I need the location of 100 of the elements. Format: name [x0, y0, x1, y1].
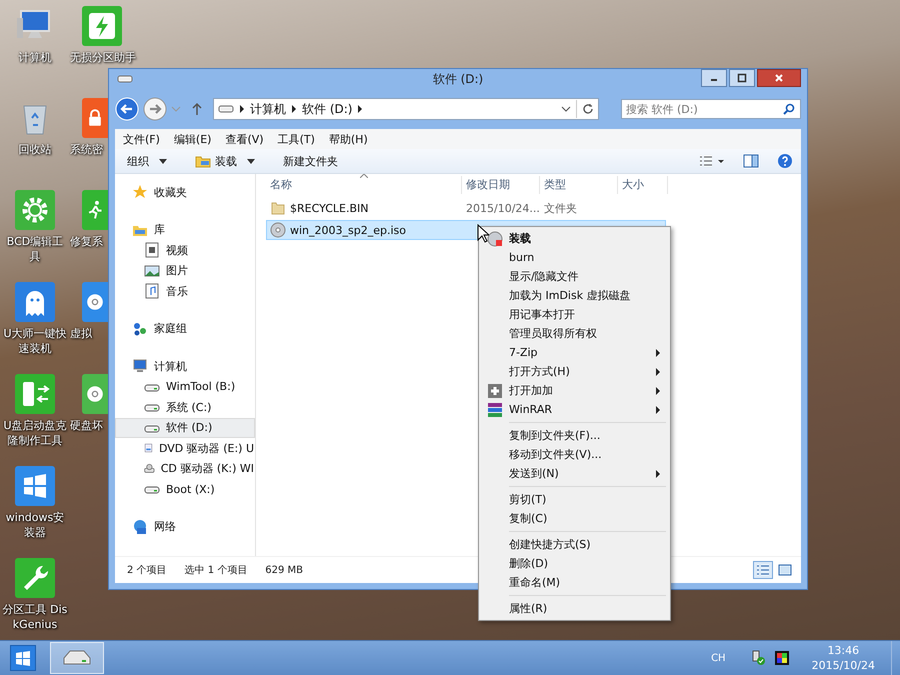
sidebar-item[interactable]: 计算机	[115, 356, 255, 376]
search-icon[interactable]	[783, 103, 795, 115]
desktop-icon-label: 虚拟	[70, 326, 92, 341]
cursor-icon	[477, 224, 489, 243]
sort-caret-icon	[360, 174, 368, 178]
file-row[interactable]: $RECYCLE.BIN 2015/10/24... 文件夹	[266, 198, 666, 218]
menu-item[interactable]: 复制到文件夹(F)...	[481, 426, 668, 445]
help-icon[interactable]	[777, 153, 793, 169]
submenu-arrow-icon	[656, 406, 660, 414]
submenu-arrow-icon	[656, 470, 660, 478]
sidebar-item[interactable]: 图片	[115, 260, 255, 281]
sidebar-item[interactable]: 库	[115, 220, 255, 240]
sidebar-item[interactable]: 软件 (D:)	[115, 418, 255, 438]
breadcrumb-item[interactable]: 计算机	[250, 100, 286, 118]
menu-item[interactable]: 发送到(N)	[481, 464, 668, 483]
start-button[interactable]	[10, 645, 36, 671]
menu-item[interactable]: WinRAR	[481, 400, 668, 419]
books-icon	[488, 402, 502, 418]
usb-device-icon[interactable]	[750, 650, 766, 666]
menu-item[interactable]: 重命名(M)	[481, 573, 668, 592]
music-icon	[144, 283, 160, 300]
up-arrow-icon[interactable]	[191, 102, 203, 116]
breadcrumb-item[interactable]: 软件 (D:)	[302, 100, 352, 118]
search-field[interactable]: 搜索 软件 (D:)	[621, 99, 801, 119]
breadcrumb-arrow-icon[interactable]	[291, 105, 297, 113]
column-header[interactable]: 类型	[540, 176, 618, 194]
chevron-down-icon[interactable]	[561, 106, 571, 112]
menu-item[interactable]: 7-Zip	[481, 343, 668, 362]
toolbar-button[interactable]: 组织	[119, 152, 175, 170]
menu-item[interactable]: 查看(V)	[225, 132, 264, 146]
column-header[interactable]: 名称	[266, 176, 462, 194]
sidebar-item[interactable]: DVD 驱动器 (E:) U	[115, 438, 255, 458]
windows-logo-icon[interactable]	[15, 466, 55, 506]
submenu-arrow-icon	[656, 368, 660, 376]
sidebar-item[interactable]: 网络	[115, 516, 255, 537]
sidebar-item[interactable]: WimTool (B:)	[115, 376, 255, 397]
homegroup-icon	[132, 320, 148, 337]
lock-icon[interactable]	[82, 98, 108, 138]
breadcrumb-arrow-icon[interactable]	[239, 105, 245, 113]
view-options-icon[interactable]	[699, 155, 725, 167]
sidebar-item[interactable]: Boot (X:)	[115, 479, 255, 500]
sidebar-item[interactable]: CD 驱动器 (K:) WI	[115, 458, 255, 479]
desktop-icon-label: 计算机	[18, 50, 52, 65]
date-cell-text: 2015/10/24...	[465, 202, 541, 214]
refresh-icon[interactable]	[582, 103, 594, 115]
maximize-button[interactable]	[729, 69, 755, 87]
minimize-button[interactable]	[701, 69, 727, 87]
menu-item[interactable]: 打开加加	[481, 381, 668, 400]
menu-item[interactable]: 管理员取得所有权	[481, 324, 668, 343]
menu-item[interactable]: 属性(R)	[481, 599, 668, 618]
ghost-icon[interactable]	[15, 282, 55, 322]
sidebar-item[interactable]: 收藏夹	[115, 182, 255, 202]
menu-item[interactable]: 用记事本打开	[481, 305, 668, 324]
details-view-button[interactable]	[753, 561, 773, 579]
desktop-icon-label: 系统密	[70, 142, 103, 157]
drive-icon	[117, 74, 133, 84]
desktop-icon-label: 修复系	[70, 234, 103, 249]
explorer-taskbar-button[interactable]	[50, 642, 104, 674]
computer-icon	[132, 358, 148, 374]
picture-icon	[144, 262, 160, 279]
menu-item[interactable]: 文件(F)	[123, 132, 160, 146]
breadcrumb-arrow-icon[interactable]	[357, 105, 364, 113]
column-header[interactable]: 大小	[618, 176, 668, 194]
menu-item[interactable]: 创建快捷方式(S)	[481, 535, 668, 554]
address-bar[interactable]: 计算机 软件 (D:)	[213, 98, 599, 120]
menu-item[interactable]: 移动到文件夹(V)...	[481, 445, 668, 464]
disc-icon	[270, 222, 286, 238]
menu-item[interactable]: 显示/隐藏文件	[481, 267, 668, 286]
sidebar-item[interactable]: 视频	[115, 240, 255, 260]
running-person-icon[interactable]	[82, 190, 108, 230]
wrench-icon[interactable]	[15, 558, 55, 598]
sidebar-item[interactable]: 家庭组	[115, 318, 255, 339]
menu-item[interactable]: 加载为 ImDisk 虚拟磁盘	[481, 286, 668, 305]
caret-icon	[159, 158, 167, 164]
menu-item[interactable]: 打开方式(H)	[481, 362, 668, 381]
toolbar-button[interactable]: 新建文件夹	[275, 152, 346, 170]
menu-item[interactable]: burn	[481, 248, 668, 267]
close-icon	[774, 73, 784, 83]
close-button[interactable]	[757, 69, 801, 87]
sidebar-item[interactable]: 系统 (C:)	[115, 397, 255, 418]
menu-item[interactable]: 剪切(T)	[481, 490, 668, 509]
menu-item[interactable]: 复制(C)	[481, 509, 668, 528]
forward-button[interactable]	[143, 97, 167, 121]
gear-icon[interactable]	[15, 190, 55, 230]
toolbar-button[interactable]: 装载	[187, 152, 263, 170]
menu-item[interactable]: 工具(T)	[278, 132, 315, 146]
preview-pane-icon[interactable]	[743, 154, 759, 168]
usb-drive-icon[interactable]	[15, 374, 55, 414]
column-header[interactable]: 修改日期	[462, 176, 540, 194]
menu-item[interactable]: 编辑(E)	[174, 132, 212, 146]
display-icon[interactable]	[774, 650, 790, 666]
sidebar-item[interactable]: 音乐	[115, 281, 255, 302]
menu-item[interactable]: 删除(D)	[481, 554, 668, 573]
back-button[interactable]	[115, 97, 139, 121]
file-name: $RECYCLE.BIN	[290, 202, 368, 214]
submenu-arrow-icon	[656, 386, 660, 394]
drive-icon	[218, 104, 234, 114]
menu-item[interactable]: 帮助(H)	[328, 132, 368, 146]
lightning-icon[interactable]	[82, 6, 122, 46]
picture-icon	[778, 564, 792, 576]
